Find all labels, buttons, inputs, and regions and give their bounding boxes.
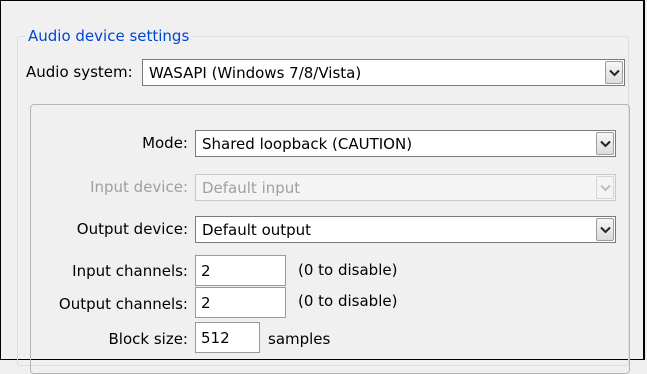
chevron-down-icon [599,226,611,233]
mode-label: Mode: [142,134,188,152]
audio-system-dropdown[interactable]: WASAPI (Windows 7/8/Vista) [142,59,625,86]
group-title: Audio device settings [25,26,193,46]
mode-value: Shared loopback (CAUTION) [202,135,413,153]
block-size-input[interactable] [196,323,259,352]
chevron-down-icon [599,184,611,191]
mode-dropdown[interactable]: Shared loopback (CAUTION) [195,130,616,157]
mode-dropdown-button[interactable] [596,132,614,155]
input-device-label: Input device: [90,178,188,196]
block-size-unit: samples [268,330,331,348]
output-device-dropdown-button[interactable] [596,218,614,241]
audio-system-dropdown-button[interactable] [605,61,623,84]
block-size-label: Block size: [108,330,188,348]
output-channels-hint: (0 to disable) [298,292,398,310]
audio-system-value: WASAPI (Windows 7/8/Vista) [149,64,362,82]
audio-system-label: Audio system: [26,63,133,81]
input-channels-hint: (0 to disable) [298,261,398,279]
input-device-dropdown[interactable]: Default input [195,174,616,201]
output-device-value: Default output [202,221,312,239]
block-size-field[interactable] [195,322,260,353]
output-device-label: Output device: [76,220,188,238]
input-channels-field[interactable] [195,255,286,286]
input-channels-label: Input channels: [72,262,188,280]
output-channels-field[interactable] [195,287,286,318]
input-device-dropdown-button[interactable] [596,176,614,199]
output-channels-input[interactable] [196,288,285,317]
output-channels-label: Output channels: [58,295,188,313]
input-device-value: Default input [202,179,301,197]
input-channels-input[interactable] [196,256,285,285]
output-device-dropdown[interactable]: Default output [195,216,616,243]
chevron-down-icon [608,69,620,76]
chevron-down-icon [599,140,611,147]
